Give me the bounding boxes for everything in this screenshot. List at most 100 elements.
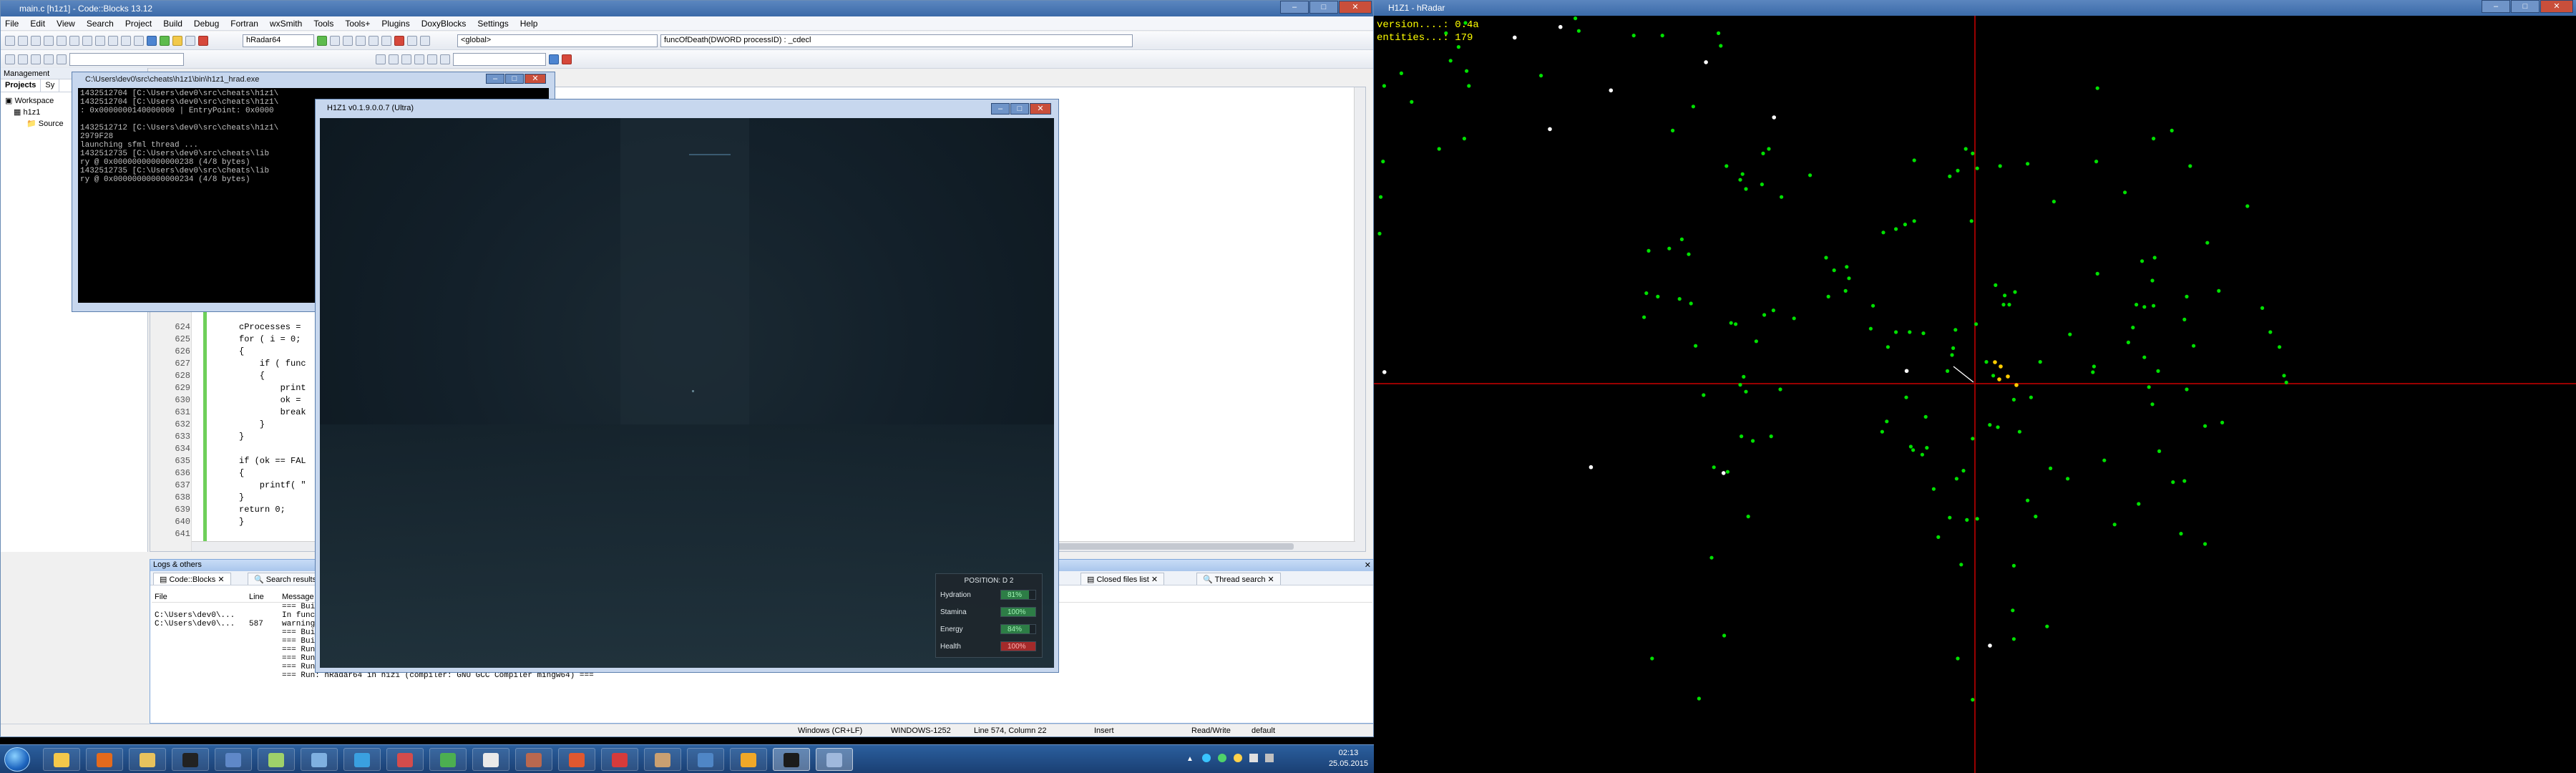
taskbar-button-doc[interactable]: [472, 748, 509, 771]
run-icon[interactable]: [160, 35, 170, 46]
debug-info-icon[interactable]: [420, 35, 430, 46]
step-into-icon[interactable]: [356, 35, 366, 46]
menu-project[interactable]: Project: [125, 19, 152, 29]
taskbar-button-coffee[interactable]: [644, 748, 681, 771]
build-icon[interactable]: [147, 35, 157, 46]
taskbar-button-window[interactable]: [816, 748, 853, 771]
tab-search-results[interactable]: 🔍 Search results: [248, 573, 323, 585]
tab-codeblocks-log[interactable]: ▤ Code::Blocks ✕: [153, 573, 231, 585]
tab-symbols[interactable]: Sy: [41, 79, 60, 92]
jump-forward-icon[interactable]: [18, 54, 28, 64]
tray-network-icon[interactable]: [1202, 754, 1211, 762]
taskbar-button-globe[interactable]: [687, 748, 724, 771]
taskbar-button-tool[interactable]: [215, 748, 252, 771]
find-icon[interactable]: [121, 35, 131, 46]
menu-build[interactable]: Build: [163, 19, 182, 29]
editor-vertical-scrollbar[interactable]: [1354, 87, 1365, 551]
scope-select[interactable]: <global>: [457, 34, 658, 47]
paste-icon[interactable]: [108, 35, 118, 46]
taskbar-button-folder[interactable]: [129, 748, 166, 771]
code-search-input[interactable]: [69, 52, 184, 66]
thread-search-icon[interactable]: [549, 54, 559, 64]
zoom-in-icon[interactable]: [401, 54, 411, 64]
abort-icon[interactable]: [198, 35, 208, 46]
taskbar-clock[interactable]: 02:13 25.05.2015: [1329, 748, 1368, 769]
save-all-icon[interactable]: [44, 35, 54, 46]
menu-tools[interactable]: Tools: [313, 19, 333, 29]
game-viewport[interactable]: POSITION: D 2 Hydration 81% Stamina 100% Ene…: [320, 118, 1054, 668]
start-button[interactable]: [4, 747, 30, 772]
copy-icon[interactable]: [95, 35, 105, 46]
game-close-button[interactable]: ✕: [1030, 103, 1051, 115]
undo-icon[interactable]: [57, 35, 67, 46]
menu-fortran[interactable]: Fortran: [230, 19, 258, 29]
debug-windows-icon[interactable]: [407, 35, 417, 46]
redo-icon[interactable]: [69, 35, 79, 46]
console-close-button[interactable]: ✕: [525, 74, 546, 84]
taskbar-button-avatar[interactable]: [515, 748, 552, 771]
game-titlebar[interactable]: H1Z1 v0.1.9.0.0.7 (Ultra) – □ ✕: [320, 99, 1054, 118]
run-to-cursor-icon[interactable]: [330, 35, 340, 46]
menu-search[interactable]: Search: [87, 19, 114, 29]
zoom-out-icon[interactable]: [414, 54, 424, 64]
taskbar-button-bird[interactable]: [343, 748, 381, 771]
taskbar-button-grid[interactable]: [386, 748, 424, 771]
tab-closed-files[interactable]: ▤ Closed files list ✕: [1080, 573, 1165, 585]
taskbar-button-app[interactable]: [301, 748, 338, 771]
stop-debug-icon[interactable]: [394, 35, 404, 46]
codeblocks-titlebar[interactable]: main.c [h1z1] - Code::Blocks 13.12 – □ ✕: [1, 1, 1373, 16]
menu-tools-[interactable]: Tools+: [345, 19, 370, 29]
menu-doxyblocks[interactable]: DoxyBlocks: [421, 19, 467, 29]
taskbar-button-puzzle[interactable]: [558, 748, 595, 771]
prev-bookmark-icon[interactable]: [44, 54, 54, 64]
console-maximize-button[interactable]: □: [505, 74, 524, 84]
next-line-icon[interactable]: [343, 35, 353, 46]
minimize-button[interactable]: –: [1280, 1, 1309, 14]
tray-security-icon[interactable]: [1234, 754, 1242, 762]
jump-back-icon[interactable]: [5, 54, 15, 64]
menu-plugins[interactable]: Plugins: [381, 19, 409, 29]
grep-icon[interactable]: [440, 54, 450, 64]
uncomment-icon[interactable]: [389, 54, 399, 64]
tray-display-icon[interactable]: [1265, 754, 1274, 762]
taskbar-button-terminal[interactable]: [172, 748, 209, 771]
taskbar-button-codeblocks[interactable]: [730, 748, 767, 771]
taskbar-button-firefox[interactable]: [86, 748, 123, 771]
tray-app-icon[interactable]: [1218, 754, 1226, 762]
menu-wxsmith[interactable]: wxSmith: [270, 19, 302, 29]
menu-edit[interactable]: Edit: [30, 19, 45, 29]
taskbar-button-gear[interactable]: [601, 748, 638, 771]
open-file-icon[interactable]: [18, 35, 28, 46]
console-titlebar[interactable]: C:\Users\dev0\src\cheats\h1z1\bin\h1z1_h…: [78, 72, 549, 88]
replace-icon[interactable]: [134, 35, 144, 46]
game-minimize-button[interactable]: –: [991, 103, 1010, 115]
radar-canvas[interactable]: [1374, 0, 2576, 773]
menu-settings[interactable]: Settings: [477, 19, 508, 29]
close-button[interactable]: ✕: [1339, 1, 1372, 14]
build-target-select[interactable]: hRadar64: [243, 34, 314, 47]
tray-volume-icon[interactable]: [1249, 754, 1258, 762]
taskbar-button-h1z1[interactable]: [773, 748, 810, 771]
step-out-icon[interactable]: [369, 35, 379, 46]
menu-view[interactable]: View: [57, 19, 75, 29]
tab-thread-search[interactable]: 🔍 Thread search ✕: [1196, 573, 1281, 585]
thread-search-options-icon[interactable]: [562, 54, 572, 64]
maximize-button[interactable]: □: [1309, 1, 1338, 14]
menu-help[interactable]: Help: [520, 19, 538, 29]
tab-projects[interactable]: Projects: [1, 79, 42, 92]
comment-icon[interactable]: [376, 54, 386, 64]
logs-close-icon[interactable]: ✕: [1365, 560, 1371, 570]
save-icon[interactable]: [31, 35, 41, 46]
next-bookmark-icon[interactable]: [57, 54, 67, 64]
next-instruction-icon[interactable]: [381, 35, 391, 46]
thread-search-input[interactable]: [453, 52, 546, 66]
rebuild-icon[interactable]: [185, 35, 195, 46]
taskbar-button-explorer[interactable]: [43, 748, 80, 771]
tray-flag-icon[interactable]: ▲: [1186, 755, 1194, 763]
function-select[interactable]: funcOfDeath(DWORD processID) : _cdecl: [660, 34, 1133, 47]
game-maximize-button[interactable]: □: [1010, 103, 1029, 115]
build-run-icon[interactable]: [172, 35, 182, 46]
debug-icon[interactable]: [317, 35, 327, 46]
refresh-icon[interactable]: [427, 54, 437, 64]
taskbar-button-notepad[interactable]: [258, 748, 295, 771]
